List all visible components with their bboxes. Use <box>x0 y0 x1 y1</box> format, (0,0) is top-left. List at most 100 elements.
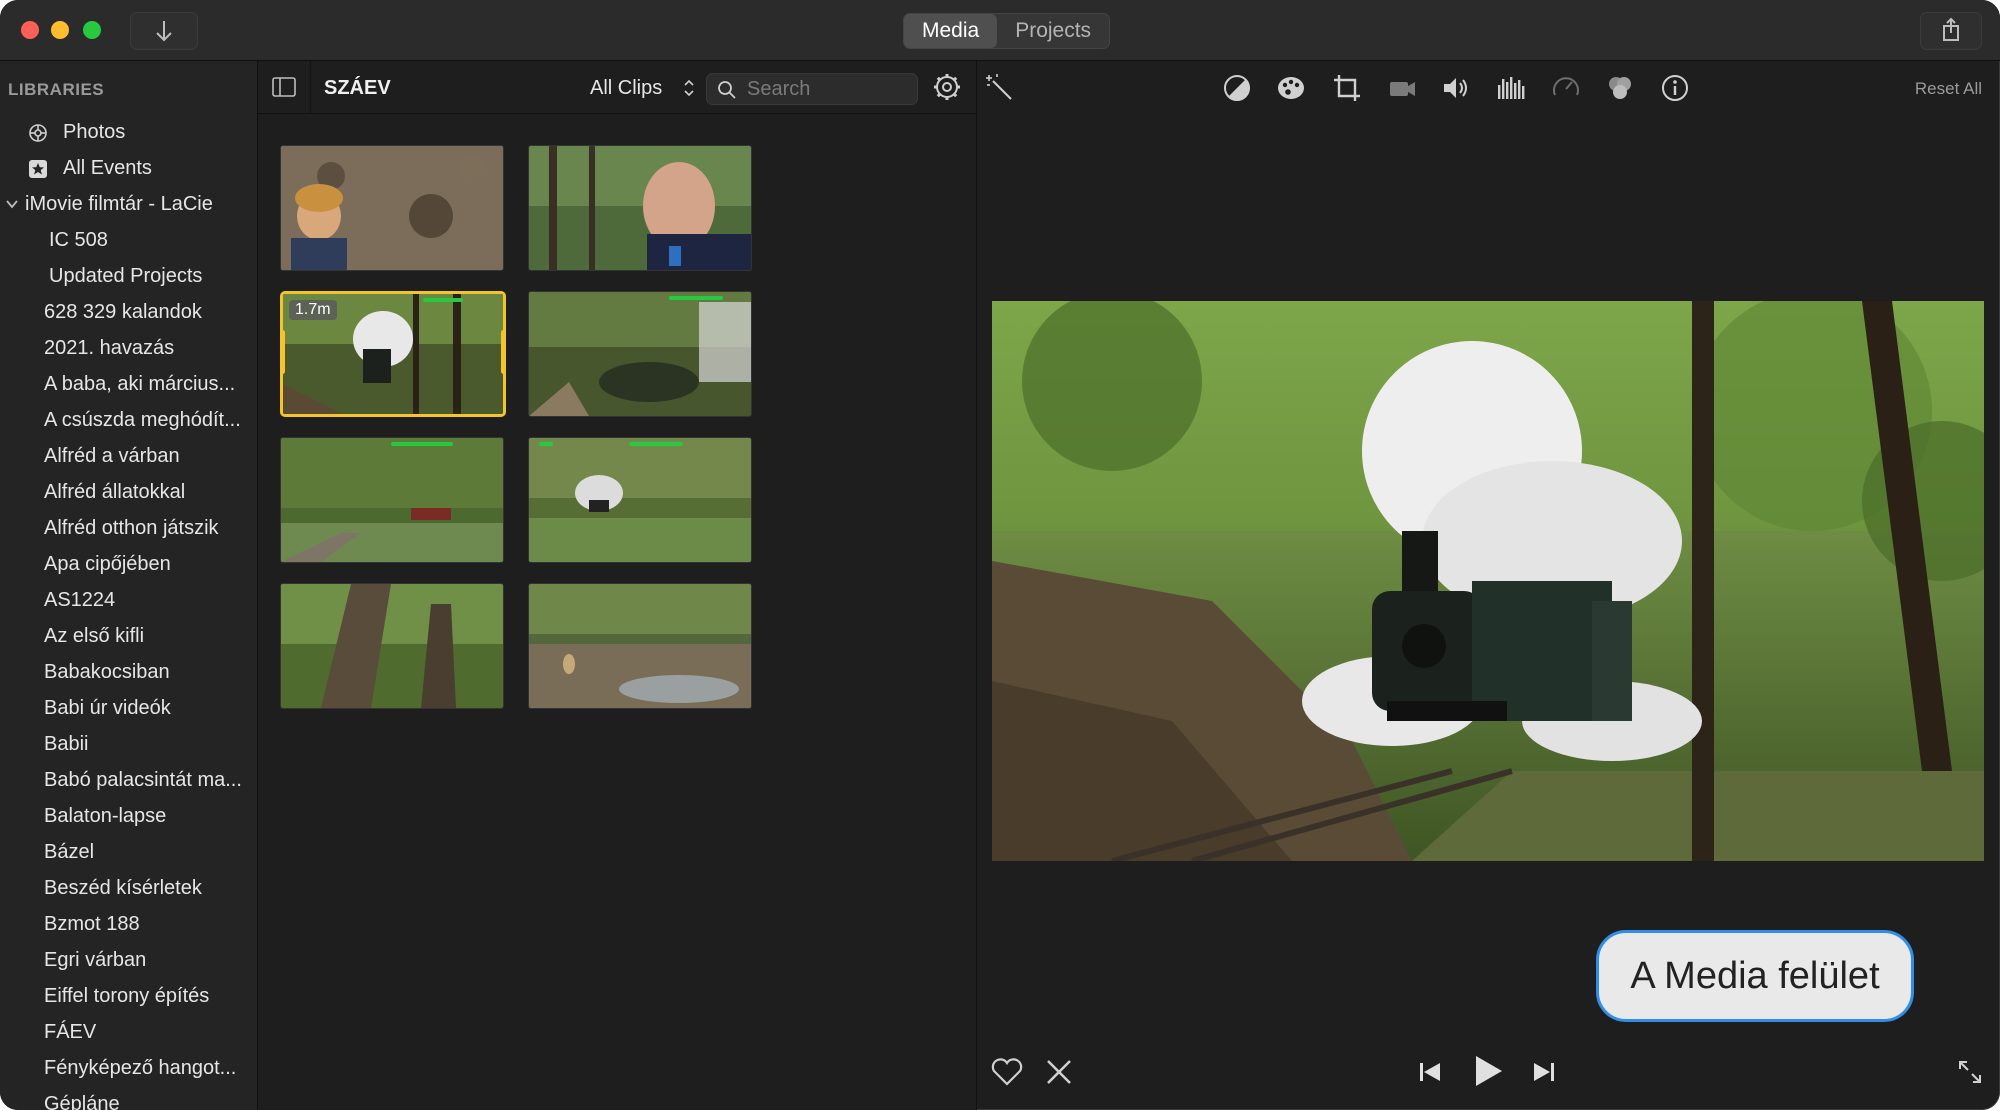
sidebar-item-label: 2021. havazás <box>44 337 175 359</box>
range-start-handle[interactable] <box>283 330 285 374</box>
import-arrow-icon <box>156 21 172 42</box>
favorite-marker <box>629 442 683 446</box>
divider <box>310 61 311 113</box>
sidebar-item-event[interactable]: Bzmot 188 <box>0 907 257 941</box>
share-button[interactable] <box>1920 12 1982 50</box>
sidebar-item-event[interactable]: Az első kifli <box>0 619 257 653</box>
sidebar-item-label: A csúszda meghódít... <box>44 409 241 431</box>
sidebar-item-label: IC 508 <box>49 229 108 251</box>
sidebar-item-label: Babakocsiban <box>44 661 170 683</box>
clip-image <box>281 584 503 708</box>
reset-all-button[interactable]: Reset All <box>1915 79 1982 99</box>
sidebar-item-event[interactable]: IC 508 <box>0 223 257 257</box>
sidebar-item-event[interactable]: Alfréd otthon játszik <box>0 511 257 545</box>
color-palette-icon[interactable] <box>1276 73 1306 103</box>
sidebar-item-label: Az első kifli <box>44 625 145 647</box>
crop-icon[interactable] <box>1332 73 1362 103</box>
event-title: SZÁEV <box>324 77 391 99</box>
clip-thumbnail-rail-meadow[interactable] <box>280 437 504 563</box>
speed-icon[interactable] <box>1551 73 1581 103</box>
favorite-heart-icon[interactable] <box>990 1057 1024 1087</box>
clip-thumbnail-steam-train[interactable]: 1.7m <box>280 291 506 417</box>
sidebar-item-label: Babii <box>44 733 89 755</box>
chevron-down-icon <box>6 200 18 209</box>
sidebar-item-event[interactable]: 2021. havazás <box>0 331 257 365</box>
favorite-marker <box>423 298 463 302</box>
sidebar-item-label: Babó palacsintát ma... <box>44 769 242 791</box>
sidebar-item-label: Alfréd állatokkal <box>44 481 186 503</box>
range-end-handle[interactable] <box>501 330 503 374</box>
stabilization-icon[interactable] <box>1387 73 1417 103</box>
sidebar-item-event[interactable]: A csúszda meghódít... <box>0 403 257 437</box>
play-icon[interactable] <box>1472 1054 1504 1088</box>
sidebar-item-event[interactable]: Fényképező hangot... <box>0 1051 257 1085</box>
sidebar-item-event[interactable]: Egri várban <box>0 943 257 977</box>
magic-wand-icon[interactable] <box>985 73 1015 103</box>
sidebar-item-event[interactable]: 628 329 kalandok <box>0 295 257 329</box>
sidebar-item-event[interactable]: FÁEV <box>0 1015 257 1049</box>
info-icon[interactable] <box>1660 73 1690 103</box>
browser-toolbar: SZÁEV All Clips Search <box>258 61 976 114</box>
sidebar-item-label: Eiffel torony építés <box>44 985 210 1007</box>
sidebar-item-event[interactable]: Balaton-lapse <box>0 799 257 833</box>
equalizer-icon[interactable] <box>1496 73 1526 103</box>
sidebar-item-event[interactable]: A baba, aki március... <box>0 367 257 401</box>
sidebar-item-event[interactable]: Updated Projects <box>0 259 257 293</box>
viewer-frame <box>992 301 1984 861</box>
sidebar-item-label: All Events <box>63 157 152 179</box>
clip-thumbnail-tree-trunk[interactable] <box>280 583 504 709</box>
import-button[interactable] <box>130 12 198 50</box>
clip-image <box>529 438 751 562</box>
sidebar-item-label: 628 329 kalandok <box>44 301 202 323</box>
sidebar-item-event[interactable]: Babi úr videók <box>0 691 257 725</box>
filter-icon[interactable] <box>1605 73 1635 103</box>
previous-icon[interactable] <box>1418 1060 1442 1084</box>
clip-filter-popup[interactable]: All Clips <box>590 77 694 100</box>
title-bar: Media Projects <box>0 0 2000 61</box>
volume-icon[interactable] <box>1441 73 1471 103</box>
sidebar-item-photos[interactable]: Photos <box>0 115 257 149</box>
sidebar-item-event[interactable]: Gépláne <box>0 1087 257 1110</box>
sidebar-item-event[interactable]: Babakocsiban <box>0 655 257 689</box>
clip-thumbnail-train-distance[interactable] <box>528 437 752 563</box>
viewer-toolbar: Reset All <box>977 61 2000 113</box>
minimize-window-button[interactable] <box>51 21 69 39</box>
next-icon[interactable] <box>1532 1060 1556 1084</box>
sidebar-item-label: Bázel <box>44 841 95 863</box>
sidebar-item-label: Gépláne <box>44 1093 120 1110</box>
sidebar-item-label: Alfréd a várban <box>44 445 180 467</box>
clip-thumbnail-man[interactable] <box>528 145 752 271</box>
sidebar-item-event[interactable]: Babó palacsintát ma... <box>0 763 257 797</box>
color-balance-icon[interactable] <box>1222 73 1252 103</box>
libraries-heading: LIBRARIES <box>8 80 105 99</box>
sidebar-item-label: Apa cipőjében <box>44 553 171 575</box>
sidebar-library-imovie[interactable]: iMovie filmtár - LaCie <box>0 187 257 221</box>
sidebar-item-event[interactable]: AS1224 <box>0 583 257 617</box>
tab-media[interactable]: Media <box>904 14 998 48</box>
clip-image <box>529 146 751 270</box>
reject-icon[interactable] <box>1044 1057 1074 1087</box>
clip-thumbnail-boy[interactable] <box>280 145 504 271</box>
sidebar-item-event[interactable]: Bázel <box>0 835 257 869</box>
tab-projects[interactable]: Projects <box>997 14 1109 48</box>
close-window-button[interactable] <box>21 21 39 39</box>
fullscreen-icon[interactable] <box>1956 1058 1984 1086</box>
up-down-chevron-icon <box>684 79 694 97</box>
zoom-window-button[interactable] <box>83 21 101 39</box>
media-projects-switch: Media Projects <box>903 13 1111 49</box>
sidebar-item-event[interactable]: Babii <box>0 727 257 761</box>
sidebar-item-event[interactable]: Eiffel torony építés <box>0 979 257 1013</box>
sidebar-item-event[interactable]: Beszéd kísérletek <box>0 871 257 905</box>
sidebar-item-all-events[interactable]: All Events <box>0 151 257 185</box>
clip-thumbnail-dog-stream[interactable] <box>528 583 752 709</box>
search-input[interactable]: Search <box>706 73 918 105</box>
photos-icon <box>29 124 47 142</box>
sidebar-item-event[interactable]: Alfréd a várban <box>0 439 257 473</box>
gear-icon[interactable] <box>932 72 962 102</box>
sidebar-toggle-icon[interactable] <box>272 77 296 97</box>
sidebar-item-label: AS1224 <box>44 589 116 611</box>
clip-thumbnail-forest-track[interactable] <box>528 291 752 417</box>
sidebar-item-event[interactable]: Alfréd állatokkal <box>0 475 257 509</box>
sidebar-item-event[interactable]: Apa cipőjében <box>0 547 257 581</box>
sidebar-item-label: Babi úr videók <box>44 697 171 719</box>
